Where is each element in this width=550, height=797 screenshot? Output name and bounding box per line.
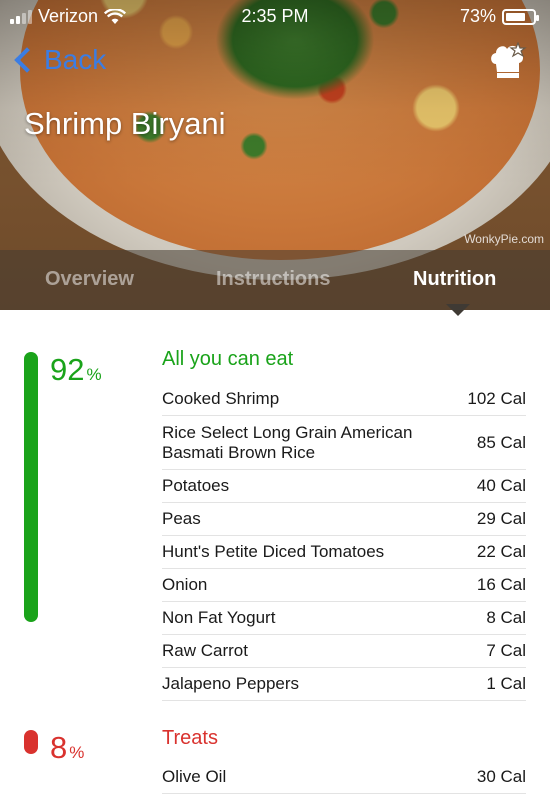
ingredient-name: Potatoes bbox=[162, 476, 230, 495]
calorie-value: 8 Cal bbox=[486, 608, 526, 627]
list-item[interactable]: Olive Oil 30 Cal bbox=[162, 761, 526, 794]
calorie-value: 30 Cal bbox=[476, 767, 526, 786]
list-item[interactable]: Cooked Shrimp 102 Cal bbox=[162, 383, 526, 416]
back-button[interactable]: Back bbox=[12, 44, 106, 76]
calorie-value: 102 Cal bbox=[467, 389, 526, 408]
treats-list: Olive Oil 30 Cal bbox=[162, 761, 526, 794]
ingredient-name: Jalapeno Peppers bbox=[162, 674, 300, 693]
treats-percent: 8% bbox=[50, 730, 85, 765]
ingredient-name: Cooked Shrimp bbox=[162, 389, 280, 408]
all-you-can-eat-percent: 92% bbox=[50, 352, 102, 387]
calorie-value: 7 Cal bbox=[486, 641, 526, 660]
ingredient-name: Rice Select Long Grain American Basmati … bbox=[162, 422, 413, 462]
calorie-value: 16 Cal bbox=[476, 575, 526, 594]
calorie-value: 1 Cal bbox=[486, 674, 526, 693]
recipe-title: Shrimp Biryani bbox=[24, 106, 226, 141]
calorie-value: 29 Cal bbox=[476, 509, 526, 528]
list-item[interactable]: Rice Select Long Grain American Basmati … bbox=[162, 416, 526, 470]
calorie-value: 40 Cal bbox=[476, 476, 526, 495]
all-you-can-eat-list: Cooked Shrimp 102 Cal Rice Select Long G… bbox=[162, 383, 526, 701]
list-item[interactable]: Onion 16 Cal bbox=[162, 569, 526, 602]
battery-icon bbox=[502, 8, 539, 25]
ingredient-name: Non Fat Yogurt bbox=[162, 608, 276, 627]
watermark: WonkyPie.com bbox=[464, 232, 544, 246]
ingredient-name: Hunt's Petite Diced Tomatoes bbox=[162, 542, 385, 561]
ingredient-name: Raw Carrot bbox=[162, 641, 248, 660]
all-you-can-eat-title: All you can eat bbox=[162, 348, 294, 370]
back-label: Back bbox=[44, 44, 107, 75]
treats-title: Treats bbox=[162, 727, 218, 749]
all-you-can-eat-bar bbox=[24, 352, 38, 622]
chevron-left-icon bbox=[14, 47, 40, 73]
battery-percent: 73% bbox=[459, 6, 496, 26]
list-item[interactable]: Peas 29 Cal bbox=[162, 503, 526, 536]
list-item[interactable]: Non Fat Yogurt 8 Cal bbox=[162, 602, 526, 635]
ingredient-name: Onion bbox=[162, 575, 208, 594]
chef-hat-star-icon[interactable] bbox=[488, 42, 528, 80]
list-item[interactable]: Jalapeno Peppers 1 Cal bbox=[162, 668, 526, 701]
calorie-value: 85 Cal bbox=[476, 432, 526, 452]
list-item[interactable]: Potatoes 40 Cal bbox=[162, 470, 526, 503]
calorie-value: 22 Cal bbox=[476, 542, 526, 561]
tab-nutrition[interactable]: Nutrition bbox=[413, 268, 496, 291]
active-tab-indicator bbox=[446, 304, 470, 316]
status-bar: Verizon 2:35 PM 73% bbox=[0, 0, 550, 32]
tab-instructions[interactable]: Instructions bbox=[216, 268, 330, 291]
list-item[interactable]: Raw Carrot 7 Cal bbox=[162, 635, 526, 668]
ingredient-name: Peas bbox=[162, 509, 201, 528]
treats-bar bbox=[24, 730, 38, 754]
ingredient-name: Olive Oil bbox=[162, 767, 227, 786]
tab-overview[interactable]: Overview bbox=[45, 268, 134, 291]
list-item[interactable]: Hunt's Petite Diced Tomatoes 22 Cal bbox=[162, 536, 526, 569]
segment-tabs: Overview Instructions Nutrition bbox=[0, 250, 550, 310]
